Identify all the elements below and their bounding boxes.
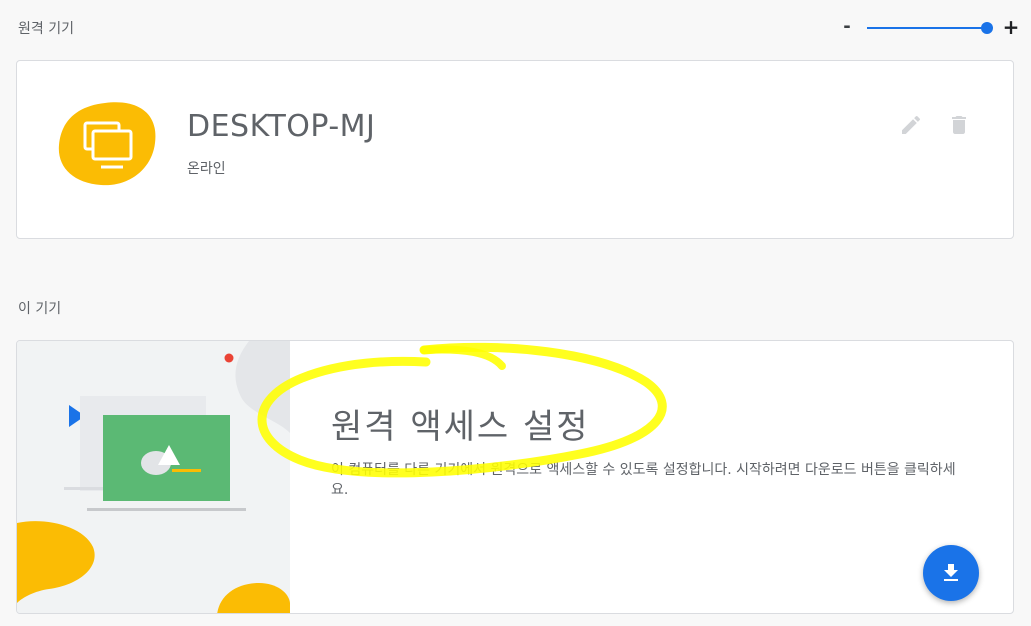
zoom-slider-track[interactable] <box>867 22 993 34</box>
zoom-in-button[interactable]: + <box>1002 15 1020 39</box>
zoom-out-button[interactable]: - <box>840 16 854 37</box>
zoom-slider-thumb[interactable] <box>981 22 993 34</box>
setup-description: 이 컴퓨터를 다른 기기에서 원격으로 액세스할 수 있도록 설정합니다. 시작… <box>331 462 956 498</box>
remote-device-card[interactable]: DESKTOP-MJ 온라인 <box>16 60 1014 239</box>
trash-icon[interactable] <box>947 113 971 137</box>
zoom-control: - + <box>838 15 1022 40</box>
download-icon <box>944 564 958 581</box>
computer-illustration <box>17 341 290 613</box>
pencil-icon[interactable] <box>899 113 923 137</box>
download-button[interactable] <box>923 545 979 601</box>
zoom-slider-fill <box>867 27 987 29</box>
setup-title: 원격 액세스 설정 <box>331 407 590 447</box>
device-status: 온라인 <box>187 161 226 177</box>
this-device-card: 원격 액세스 설정 이 컴퓨터를 다른 기기에서 원격으로 액세스할 수 있도록… <box>16 340 1014 614</box>
this-device-heading: 이 기기 <box>18 301 62 317</box>
remote-devices-heading: 원격 기기 <box>18 21 74 37</box>
device-name: DESKTOP-MJ <box>187 109 376 144</box>
remote-desktop-page: 원격 기기 - + DESKTOP-MJ 온라인 이 기기 원격 액세스 설정 … <box>0 0 1031 626</box>
monitor-icon <box>58 102 156 186</box>
